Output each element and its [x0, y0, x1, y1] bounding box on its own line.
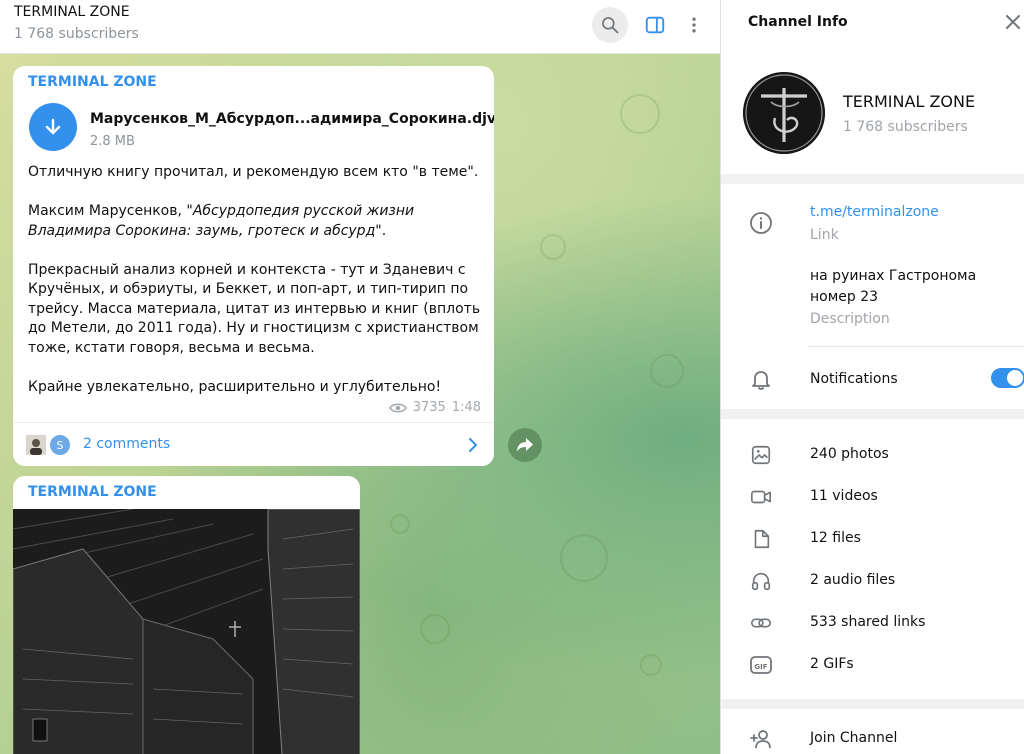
headphones-icon — [749, 569, 773, 593]
post-paragraph: Крайне увлекательно, расширительно и угл… — [28, 378, 442, 395]
divider — [808, 346, 1024, 347]
close-icon — [1006, 15, 1020, 29]
close-panel-button[interactable] — [1003, 12, 1023, 36]
post-photo[interactable] — [13, 509, 360, 754]
toggle-info-panel-button[interactable] — [637, 7, 673, 43]
post-paragraph: Максим Марусенков, "Абсурдопедия русской… — [28, 202, 484, 241]
comments-link[interactable]: 2 comments — [83, 436, 170, 452]
post-sender[interactable]: TERMINAL ZONE — [28, 484, 157, 500]
channel-post[interactable]: TERMINAL ZONE Марусенков_М_Абсурдоп...ад… — [13, 66, 494, 466]
channel-info-header-card: Channel Info TERMINAL ZONE 1 768 subscri… — [721, 0, 1024, 174]
file-icon — [749, 527, 773, 551]
link-icon — [749, 611, 773, 635]
panel-toggle-icon — [645, 16, 665, 34]
notifications-toggle[interactable] — [991, 368, 1024, 388]
post-meta: 3735 1:48 — [388, 400, 481, 415]
post-sender[interactable]: TERMINAL ZONE — [28, 74, 157, 90]
search-icon — [602, 17, 619, 34]
commenter-avatar: S — [48, 433, 72, 457]
post-paragraph: Отличную книгу прочитал, и рекомендую вс… — [28, 164, 479, 180]
svg-text:GIF: GIF — [754, 663, 767, 671]
post-paragraph: Прекрасный анализ корней и контекста - т… — [28, 261, 481, 356]
book-title-suffix: . — [381, 222, 387, 239]
photo-icon — [749, 443, 773, 467]
engraving-image — [13, 509, 360, 754]
join-channel-card[interactable]: Join Channel — [721, 709, 1024, 754]
chat-header: TERMINAL ZONE 1 768 subscribers — [0, 0, 720, 54]
download-arrow-icon — [45, 118, 61, 135]
panel-title: Channel Info — [748, 14, 848, 30]
chat-subscriber-count: 1 768 subscribers — [14, 26, 139, 42]
media-videos-item[interactable]: 11 videos — [810, 488, 878, 504]
notifications-label: Notifications — [810, 371, 898, 387]
person-photo-icon — [26, 435, 46, 455]
channel-link-label: Link — [810, 227, 839, 243]
channel-details-card: t.me/terminalzone Link на руинах Гастрон… — [721, 184, 1024, 409]
forward-arrow-icon — [517, 438, 533, 452]
comments-bar[interactable]: S 2 comments — [13, 422, 494, 466]
file-name[interactable]: Марусенков_М_Абсурдоп...адимира_Сорокина… — [90, 111, 494, 127]
channel-description-label: Description — [810, 311, 890, 327]
media-files-item[interactable]: 12 files — [810, 530, 861, 546]
view-count: 3735 — [412, 400, 446, 415]
shared-media-card: 240 photos 11 videos 12 files 2 audio fi… — [721, 419, 1024, 699]
forward-button[interactable] — [508, 428, 542, 462]
bell-icon — [749, 367, 773, 391]
file-download-button[interactable] — [29, 103, 77, 151]
media-photos-item[interactable]: 240 photos — [810, 446, 889, 462]
channel-description: на руинах Гастронома номер 23 — [810, 268, 977, 305]
media-gifs-item[interactable]: 2 GIFs — [810, 656, 854, 672]
commenter-avatar — [24, 433, 48, 457]
channel-post[interactable]: TERMINAL ZONE — [13, 476, 360, 754]
media-audio-item[interactable]: 2 audio files — [810, 572, 895, 588]
video-icon — [749, 485, 773, 509]
media-links-item[interactable]: 533 shared links — [810, 614, 925, 630]
chat-title[interactable]: TERMINAL ZONE — [14, 4, 130, 20]
info-icon — [749, 211, 773, 235]
more-options-button[interactable] — [676, 7, 712, 43]
eye-icon — [388, 402, 407, 413]
channel-link[interactable]: t.me/terminalzone — [810, 204, 939, 220]
gif-icon: GIF — [749, 653, 773, 677]
post-text: Отличную книгу прочитал, и рекомендую вс… — [28, 163, 484, 417]
channel-logo-icon — [743, 72, 825, 154]
channel-name: TERMINAL ZONE — [843, 92, 976, 111]
chat-area: TERMINAL ZONE 1 768 subscribers TERMINAL… — [0, 0, 720, 754]
join-channel-button[interactable]: Join Channel — [810, 730, 897, 746]
post-time: 1:48 — [451, 400, 481, 415]
book-author: Максим Марусенков, — [28, 203, 187, 219]
add-user-icon — [749, 727, 773, 751]
channel-subscriber-count: 1 768 subscribers — [843, 119, 968, 135]
chevron-right-icon — [469, 438, 477, 452]
file-size: 2.8 MB — [90, 134, 135, 149]
channel-info-panel: Channel Info TERMINAL ZONE 1 768 subscri… — [720, 0, 1024, 754]
more-vertical-icon — [692, 17, 696, 33]
search-button[interactable] — [592, 7, 628, 43]
channel-avatar[interactable] — [743, 72, 825, 154]
